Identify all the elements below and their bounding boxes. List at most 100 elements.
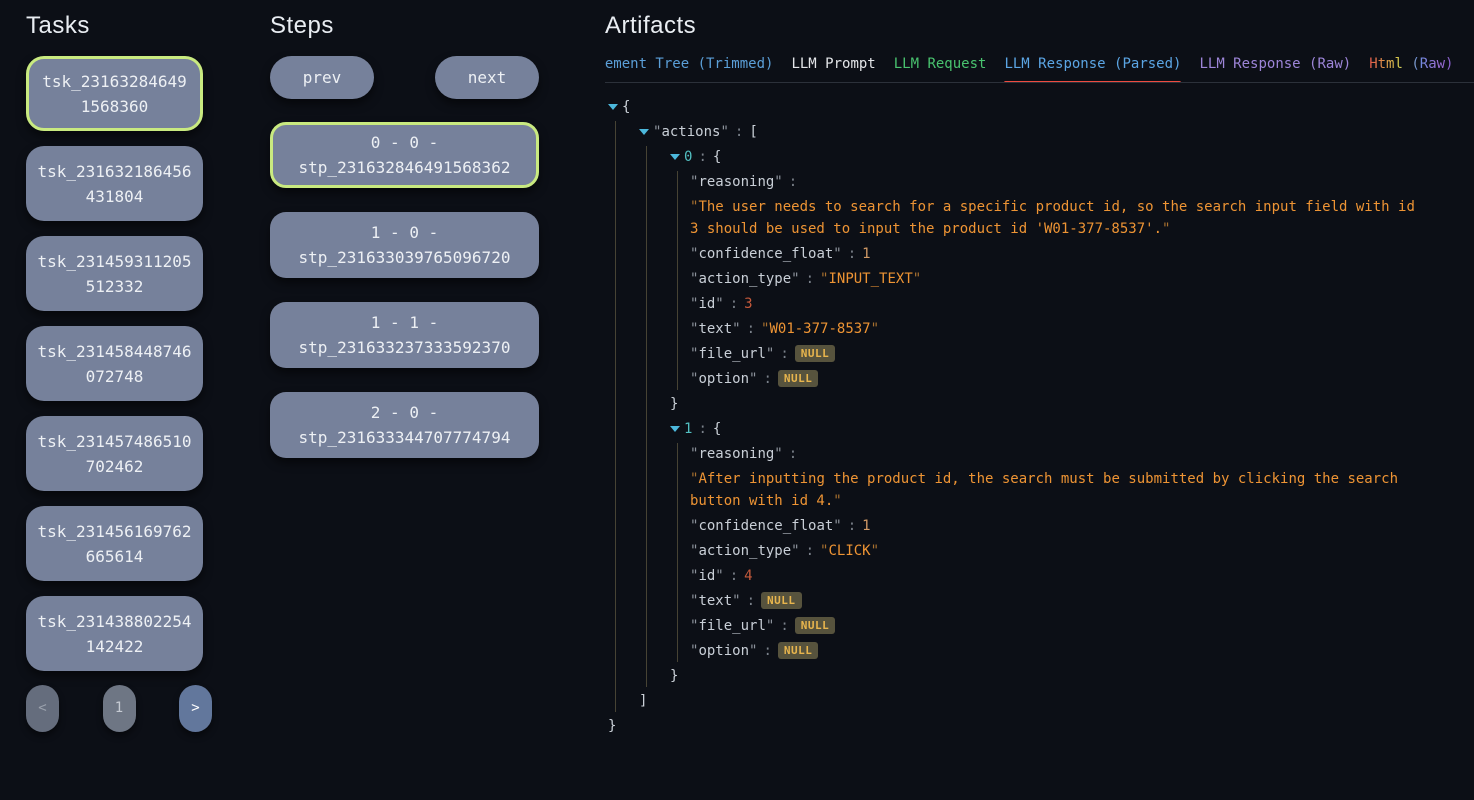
json-key: actions (653, 124, 729, 140)
artifacts-panel: Artifacts Element Tree (Trimmed)LLM Prom… (605, 0, 1474, 740)
close-bracket: ] (639, 693, 647, 709)
json-array-children: 0:{reasoning:The user needs to search fo… (646, 146, 1474, 687)
json-object-children: reasoning: The user needs to search for a… (677, 171, 1474, 390)
collapse-arrow-icon[interactable] (608, 96, 622, 118)
json-entry-row: reasoning: (690, 443, 1474, 465)
json-close-row: ] (639, 690, 1474, 712)
collapse-arrow-icon[interactable] (670, 418, 684, 440)
triangle-glyph (670, 426, 680, 432)
open-bracket: [ (749, 124, 757, 140)
json-multiline-value-row: After inputting the product id, the sear… (690, 468, 1420, 512)
json-value-string: The user needs to search for a specific … (690, 199, 1415, 237)
pagination-page-button[interactable]: 1 (103, 685, 136, 732)
colon-separator: : (842, 518, 862, 534)
json-root-children: actions:[0:{reasoning:The user needs to … (615, 121, 1474, 712)
json-value-string: CLICK (820, 543, 879, 559)
task-button[interactable]: tsk_231632846491568360 (26, 56, 203, 131)
json-object-children: reasoning: After inputting the product id… (677, 443, 1474, 662)
json-key: file_url (690, 618, 774, 634)
colon-separator: : (692, 149, 712, 165)
task-button[interactable]: tsk_231438802254142422 (26, 596, 203, 671)
json-entry-row: text:W01-377-8537 (690, 318, 1474, 340)
null-badge: NULL (761, 592, 802, 609)
collapse-arrow-icon[interactable] (670, 146, 684, 168)
json-value-float: 1 (862, 246, 870, 262)
json-key: reasoning (690, 174, 783, 190)
task-button[interactable]: tsk_231456169762665614 (26, 506, 203, 581)
tab-llm-prompt[interactable]: LLM Prompt (791, 55, 875, 73)
json-key: action_type (690, 271, 800, 287)
task-button[interactable]: tsk_231632186456431804 (26, 146, 203, 221)
tab-llm-response-parsed[interactable]: LLM Response (Parsed) (1004, 55, 1181, 73)
task-button[interactable]: tsk_231457486510702462 (26, 416, 203, 491)
step-button[interactable]: 1 - 1 - stp_231633237333592370 (270, 302, 539, 368)
json-entry-row: option:NULL (690, 640, 1474, 662)
colon-separator: : (800, 543, 820, 559)
steps-controls: prev next (270, 56, 539, 99)
next-step-button[interactable]: next (435, 56, 539, 99)
task-button[interactable]: tsk_231459311205512332 (26, 236, 203, 311)
task-id-label: tsk_231457486510702462 (36, 429, 193, 479)
null-badge: NULL (778, 370, 819, 387)
json-entry-row: id:4 (690, 565, 1474, 587)
tab-llm-request[interactable]: LLM Request (894, 55, 987, 73)
pagination-prev-button[interactable]: < (26, 685, 59, 732)
task-list: tsk_231632846491568360 tsk_23163218645643… (26, 56, 203, 671)
tab-html-raw[interactable]: Html (Raw) (1369, 55, 1453, 73)
colon-separator: : (757, 643, 777, 659)
artifacts-tab-bar: Element Tree (Trimmed) LLM Prompt LLM Requ… (605, 55, 1474, 83)
pagination-next-button[interactable]: > (179, 685, 212, 732)
steps-heading: Steps (270, 12, 539, 40)
task-button[interactable]: tsk_231458448746072748 (26, 326, 203, 401)
triangle-glyph (608, 104, 618, 110)
null-badge: NULL (778, 642, 819, 659)
colon-separator: : (741, 321, 761, 337)
tasks-heading: Tasks (26, 12, 203, 40)
json-root-row: { (608, 96, 1474, 118)
json-value-float: 1 (862, 518, 870, 534)
tasks-pagination: < 1 > (26, 685, 212, 732)
json-key: text (690, 593, 741, 609)
step-button[interactable]: 1 - 0 - stp_231633039765096720 (270, 212, 539, 278)
tab-element-tree-trimmed[interactable]: Element Tree (Trimmed) (605, 55, 773, 73)
json-value-string: After inputting the product id, the sear… (690, 471, 1398, 509)
colon-separator: : (800, 271, 820, 287)
json-entry-row: file_url:NULL (690, 343, 1474, 365)
json-key: reasoning (690, 446, 783, 462)
json-value-string: INPUT_TEXT (820, 271, 921, 287)
open-brace: { (713, 421, 721, 437)
json-entry-row: id:3 (690, 293, 1474, 315)
task-id-label: tsk_231632846491568360 (39, 69, 190, 119)
step-label: 1 - 0 - stp_231633039765096720 (282, 220, 527, 270)
json-multiline-value-row: The user needs to search for a specific … (690, 196, 1420, 240)
prev-step-button[interactable]: prev (270, 56, 374, 99)
colon-separator: : (774, 618, 794, 634)
json-entry-row: text:NULL (690, 590, 1474, 612)
colon-separator: : (741, 593, 761, 609)
step-button[interactable]: 0 - 0 - stp_231632846491568362 (270, 122, 539, 188)
json-key: option (690, 371, 757, 387)
collapse-arrow-icon[interactable] (639, 121, 653, 143)
json-key: confidence_float (690, 518, 842, 534)
colon-separator: : (724, 568, 744, 584)
json-array-row: actions:[ (639, 121, 1474, 143)
json-value-string: W01-377-8537 (761, 321, 879, 337)
step-list: 0 - 0 - stp_231632846491568362 1 - 0 - st… (270, 122, 539, 458)
null-badge: NULL (795, 617, 836, 634)
task-id-label: tsk_231438802254142422 (36, 609, 193, 659)
json-close-row: } (608, 715, 1474, 737)
json-key: confidence_float (690, 246, 842, 262)
colon-separator: : (842, 246, 862, 262)
triangle-glyph (639, 129, 649, 135)
json-close-row: } (670, 393, 1474, 415)
step-button[interactable]: 2 - 0 - stp_231633344707774794 (270, 392, 539, 458)
colon-separator: : (783, 446, 803, 462)
tasks-panel: Tasks tsk_231632846491568360 tsk_23163218… (26, 0, 203, 732)
tab-llm-response-raw[interactable]: LLM Response (Raw) (1199, 55, 1351, 73)
step-label: 2 - 0 - stp_231633344707774794 (282, 400, 527, 450)
colon-separator: : (692, 421, 712, 437)
open-brace: { (713, 149, 721, 165)
json-entry-row: reasoning: (690, 171, 1474, 193)
colon-separator: : (724, 296, 744, 312)
colon-separator: : (757, 371, 777, 387)
